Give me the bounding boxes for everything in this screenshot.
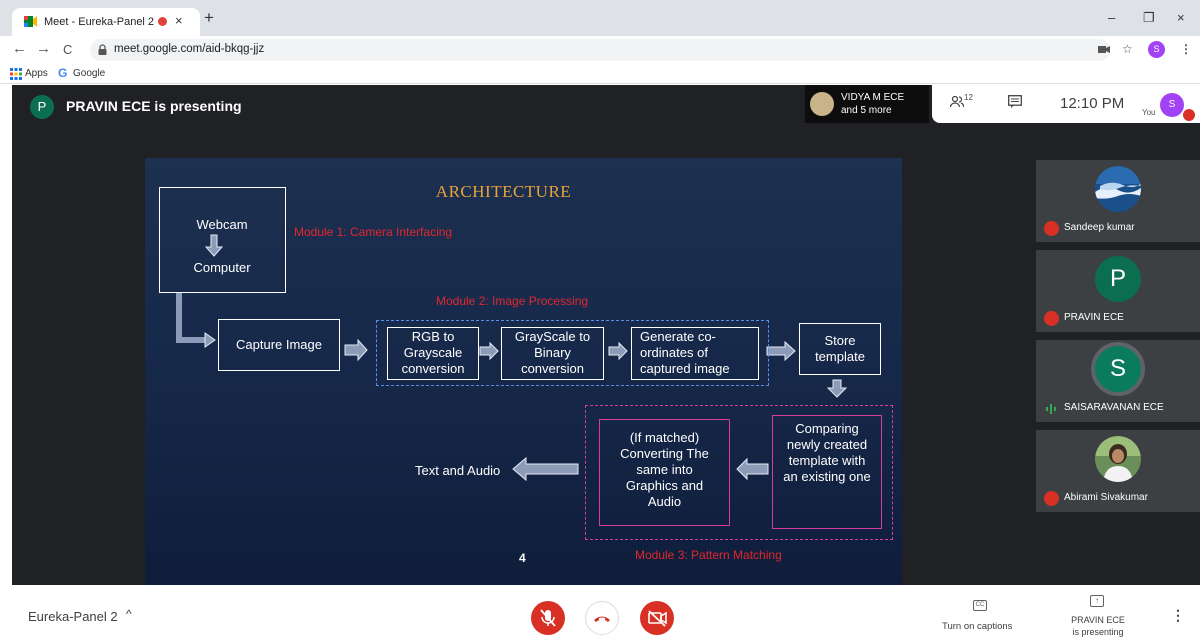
presentation-slide: ARCHITECTURE Webcam Computer Module 1: C… bbox=[145, 158, 902, 585]
meeting-top-bar: VIDYA M ECE and 5 more 12 12:10 PM You S bbox=[805, 85, 1200, 123]
restore-button[interactable]: ❐ bbox=[1143, 10, 1155, 26]
computer-label: Computer bbox=[193, 260, 251, 275]
participant-tile[interactable]: S SAISARAVANAN ECE bbox=[1036, 340, 1200, 422]
camera-permission-icon[interactable] bbox=[1098, 45, 1110, 54]
captions-icon[interactable]: CC bbox=[973, 600, 987, 611]
module1-box: Webcam Computer bbox=[159, 187, 286, 293]
camera-toggle-button[interactable] bbox=[640, 601, 674, 635]
browser-tab-bar: Meet - Eureka-Panel 2 × + – ❐ × bbox=[0, 0, 1200, 36]
slide-page-number: 4 bbox=[519, 551, 526, 565]
meet-favicon-icon bbox=[24, 16, 37, 27]
tab-title: Meet - Eureka-Panel 2 bbox=[44, 16, 155, 28]
participants-count: 12 bbox=[964, 93, 973, 102]
store-template-box: Store template bbox=[799, 323, 881, 375]
participant-tile[interactable]: Sandeep kumar bbox=[1036, 160, 1200, 242]
self-avatar[interactable]: S bbox=[1160, 93, 1184, 117]
meeting-info-panel: 12 12:10 PM You S bbox=[932, 85, 1200, 123]
chat-icon[interactable] bbox=[1008, 95, 1022, 108]
participant-avatar: S bbox=[1095, 346, 1141, 392]
self-muted-icon bbox=[1183, 109, 1195, 121]
participant-name: SAISARAVANAN ECE bbox=[1064, 402, 1164, 413]
module1-label: Module 1: Camera Interfacing bbox=[294, 225, 453, 239]
google-g-icon: G bbox=[58, 66, 68, 80]
presenter-avatar: P bbox=[30, 95, 54, 119]
participant-photo bbox=[1095, 166, 1141, 212]
comparing-box: Comparing newly created template with an… bbox=[772, 415, 882, 529]
viewer-avatar bbox=[810, 92, 834, 116]
bookmark-google[interactable]: Google bbox=[73, 68, 105, 79]
tab-close-icon[interactable]: × bbox=[175, 13, 183, 28]
captions-button-label[interactable]: Turn on captions bbox=[942, 621, 1012, 632]
recording-dot-icon bbox=[158, 17, 167, 26]
module3-label: Module 3: Pattern Matching bbox=[635, 548, 782, 562]
meeting-clock: 12:10 PM bbox=[1060, 95, 1125, 112]
meeting-controls-bar: Eureka-Panel 2 ^ CC Turn on captions ↑ P… bbox=[0, 585, 1200, 640]
mic-off-icon bbox=[540, 609, 556, 627]
participant-photo bbox=[1095, 436, 1141, 482]
address-bar: ← → C meet.google.com/aid-bkqg-jjz ☆ S ⋮ bbox=[0, 36, 1200, 64]
converting-box: (If matched) Converting The same into Gr… bbox=[599, 419, 730, 526]
bookmark-star-icon[interactable]: ☆ bbox=[1122, 42, 1133, 56]
meeting-details-button[interactable]: Eureka-Panel 2 bbox=[28, 609, 118, 624]
bookmark-apps[interactable]: Apps bbox=[25, 68, 48, 79]
presenting-status-sublabel[interactable]: is presenting bbox=[1060, 627, 1136, 637]
back-button[interactable]: ← bbox=[12, 41, 27, 57]
viewers-chip[interactable]: VIDYA M ECE and 5 more bbox=[805, 85, 929, 123]
people-icon[interactable] bbox=[949, 95, 965, 111]
presenter-label: PRAVIN ECE is presenting bbox=[66, 98, 242, 114]
browser-menu-icon[interactable]: ⋮ bbox=[1180, 42, 1192, 56]
chevron-up-icon[interactable]: ^ bbox=[126, 607, 132, 621]
participant-tile[interactable]: Abirami Sivakumar bbox=[1036, 430, 1200, 512]
viewer-more: and 5 more bbox=[841, 105, 892, 116]
apps-grid-icon[interactable] bbox=[10, 68, 22, 80]
muted-mic-icon bbox=[1044, 221, 1059, 236]
mic-toggle-button[interactable] bbox=[531, 601, 565, 635]
you-label: You bbox=[1142, 108, 1156, 117]
presenting-status-label[interactable]: PRAVIN ECE bbox=[1060, 615, 1136, 625]
viewer-name: VIDYA M ECE bbox=[841, 92, 905, 103]
bookmarks-bar: Apps G Google bbox=[0, 64, 1200, 84]
participant-name: Abirami Sivakumar bbox=[1064, 492, 1148, 503]
generate-coordinates-box: Generate co-ordinates of captured image bbox=[631, 327, 759, 380]
participant-name: Sandeep kumar bbox=[1064, 222, 1135, 233]
new-tab-button[interactable]: + bbox=[204, 9, 214, 27]
muted-mic-icon bbox=[1044, 491, 1059, 506]
present-screen-icon[interactable]: ↑ bbox=[1090, 595, 1104, 607]
module2-label: Module 2: Image Processing bbox=[436, 294, 589, 308]
profile-avatar[interactable]: S bbox=[1148, 41, 1165, 58]
output-label: Text and Audio bbox=[415, 463, 501, 478]
browser-tab[interactable]: Meet - Eureka-Panel 2 × bbox=[12, 8, 200, 36]
participant-avatar: P bbox=[1095, 256, 1141, 302]
webcam-label: Webcam bbox=[196, 217, 248, 232]
muted-mic-icon bbox=[1044, 311, 1059, 326]
lock-icon bbox=[98, 44, 107, 55]
forward-button[interactable]: → bbox=[36, 41, 51, 57]
close-window-button[interactable]: × bbox=[1177, 10, 1185, 25]
speaking-indicator-icon bbox=[1046, 404, 1056, 414]
capture-image-box: Capture Image bbox=[218, 319, 340, 371]
leave-call-button[interactable] bbox=[585, 601, 619, 635]
rgb-to-grayscale-box: RGB to Grayscale conversion bbox=[387, 327, 479, 380]
camera-off-icon bbox=[648, 610, 667, 627]
participant-name: PRAVIN ECE bbox=[1064, 312, 1124, 323]
url-input[interactable]: meet.google.com/aid-bkqg-jjz bbox=[90, 39, 1110, 61]
meeting-stage: P PRAVIN ECE is presenting VIDYA M ECE a… bbox=[12, 85, 1200, 585]
participant-tile[interactable]: P PRAVIN ECE bbox=[1036, 250, 1200, 332]
reload-button[interactable]: C bbox=[63, 42, 72, 58]
hang-up-icon bbox=[594, 616, 610, 622]
url-text: meet.google.com/aid-bkqg-jjz bbox=[114, 43, 265, 55]
grayscale-to-binary-box: GrayScale to Binary conversion bbox=[501, 327, 604, 380]
more-options-icon[interactable]: ⋮ bbox=[1171, 607, 1185, 624]
minimize-button[interactable]: – bbox=[1108, 10, 1115, 25]
